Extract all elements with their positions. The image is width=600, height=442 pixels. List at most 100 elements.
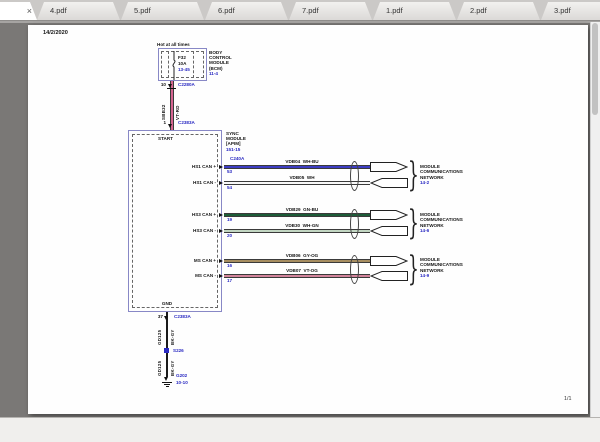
ground-arrow-icon [164,377,168,381]
start-label: START [158,136,173,141]
tab-3pdf[interactable]: 3.pdf [541,2,600,20]
tab-2pdf[interactable]: 2.pdf [457,2,540,20]
arrow-right-icon [219,181,223,185]
tab-5pdf[interactable]: 5.pdf [121,2,204,20]
circuit-label: SBB32 [161,104,166,120]
splice-dot [164,348,169,353]
wire-color-label: BK-GY [170,360,175,376]
connector-label: C2280A [178,82,195,87]
page-corner-number: 1/1 [564,396,572,402]
can-pin-label: HS1 CAN + [191,164,216,169]
scrollbar-thumb[interactable] [592,23,598,115]
can-row: HS3 CAN + 19 VDB29 GN-BU [28,207,588,223]
arrow-down-icon [164,316,168,320]
connector-label: C2383A [174,314,191,319]
wire-label: VDB04 WH-BU [285,159,319,164]
ground-symbol [166,386,169,387]
network-label: MODULE COMMUNICATIONS NETWORK 14-6 [420,212,463,233]
connector-out-icon [370,256,408,266]
brace-glyph: } [408,203,419,243]
can-row: HS1 CAN - 54 VDB05 WH [28,175,588,191]
wire-label: VDB30 WH-GN [285,223,319,228]
can-wire [224,213,370,217]
circuit-label: GD125 [157,360,162,376]
sync-module-name: SYNC MODULE [APIM] 151-15 [226,131,246,152]
circuit-label: GD125 [157,329,162,345]
ground-symbol [164,384,170,385]
connector-in-icon [370,271,408,281]
tab-6pdf[interactable]: 6.pdf [205,2,288,20]
network-label: MODULE COMMUNICATIONS NETWORK 14-2 [420,164,463,185]
wire-label: VDB29 GN-BU [285,207,319,212]
can-row: MS CAN + 16 VDB06 GY-OG [28,253,588,269]
can-pin-label: MS CAN - [195,273,216,278]
brace-glyph: } [408,155,419,195]
ground-name: G202 [176,373,188,378]
gnd-label: GND [161,301,173,306]
can-wire [224,229,370,233]
document-canvas: 14/2/2020 Hot at all times F32 10A 13-45… [0,20,600,418]
arrow-right-icon [219,274,223,278]
status-toolbar [0,417,600,442]
fuse-page-ref: 13-45 [178,67,190,72]
connector-label: C2383A [178,120,195,125]
diagram-date: 14/2/2020 [43,30,68,36]
bcm-name: BODY CONTROL MODULE (BCM) 11-4 [209,50,232,76]
pin-number: 37 [157,314,163,319]
can-row: HS3 CAN - 20 VDB30 WH-GN [28,223,588,239]
ground-page-ref: 10-10 [176,380,188,385]
vertical-scrollbar[interactable] [590,22,600,418]
can-wire [224,259,370,263]
arrow-right-icon [219,213,223,217]
fuse-compartment-line [168,51,169,78]
can-pin-label: HS1 CAN - [193,180,216,185]
ground-symbol [162,382,172,383]
can-pin-label: HS3 CAN - [193,228,216,233]
can-wire [224,274,370,278]
pin-number: 1 [163,120,166,125]
connector-out-icon [370,162,408,172]
can-wire [224,165,370,169]
wire-label: VDB06 GY-OG [285,253,319,258]
fuse-compartment-line [193,51,194,78]
connector-in-icon [370,178,408,188]
connector-in-icon [370,226,408,236]
network-label: MODULE COMMUNICATIONS NETWORK 14-9 [420,257,463,278]
wire-label: VDB07 VT-OG [286,268,318,273]
arrow-right-icon [219,229,223,233]
twisted-pair-ellipse [350,209,359,239]
tab-7pdf[interactable]: 7.pdf [289,2,372,20]
can-row: MS CAN - 17 VDB07 VT-OG [28,268,588,284]
pin-number: 53 [227,169,233,174]
pdf-viewer-window: × 4.pdf 5.pdf 6.pdf 7.pdf 1.pdf 2.pdf 3.… [0,0,600,442]
close-icon[interactable]: × [27,2,32,20]
connector-tick [167,88,176,89]
pin-number: 54 [227,185,233,190]
pin-number: 20 [227,233,233,238]
can-row: HS1 CAN + 53 VDB04 WH-BU [28,159,588,175]
twisted-pair-ellipse [350,255,359,284]
arrow-right-icon [219,259,223,263]
fuse-name: F32 [178,55,186,60]
splice-label: S226 [173,348,184,353]
wire-label: VDB05 WH [289,175,315,180]
wire-color-label: BK-GY [170,329,175,345]
twisted-pair-ellipse [350,161,359,191]
can-pin-label: HS3 CAN + [191,212,216,217]
arrow-down-icon [168,124,172,128]
ground-wire [166,312,168,377]
fuse-rating: 10A [178,61,187,66]
tab-1pdf[interactable]: 1.pdf [373,2,456,20]
bcm-box: F32 10A 13-45 [158,48,207,81]
connector-out-icon [370,210,408,220]
fuse-symbol-icon [172,51,176,80]
can-wire [224,181,370,185]
arrow-right-icon [219,165,223,169]
wire-color-label: VT-RD [175,105,180,120]
pdf-page: 14/2/2020 Hot at all times F32 10A 13-45… [28,25,588,414]
pin-number: 17 [227,278,233,283]
tab-4pdf[interactable]: 4.pdf [37,2,120,20]
tab-active[interactable]: × [0,2,37,20]
tab-bar: × 4.pdf 5.pdf 6.pdf 7.pdf 1.pdf 2.pdf 3.… [0,0,600,21]
hot-at-all-times-label: Hot at all times [157,42,190,47]
